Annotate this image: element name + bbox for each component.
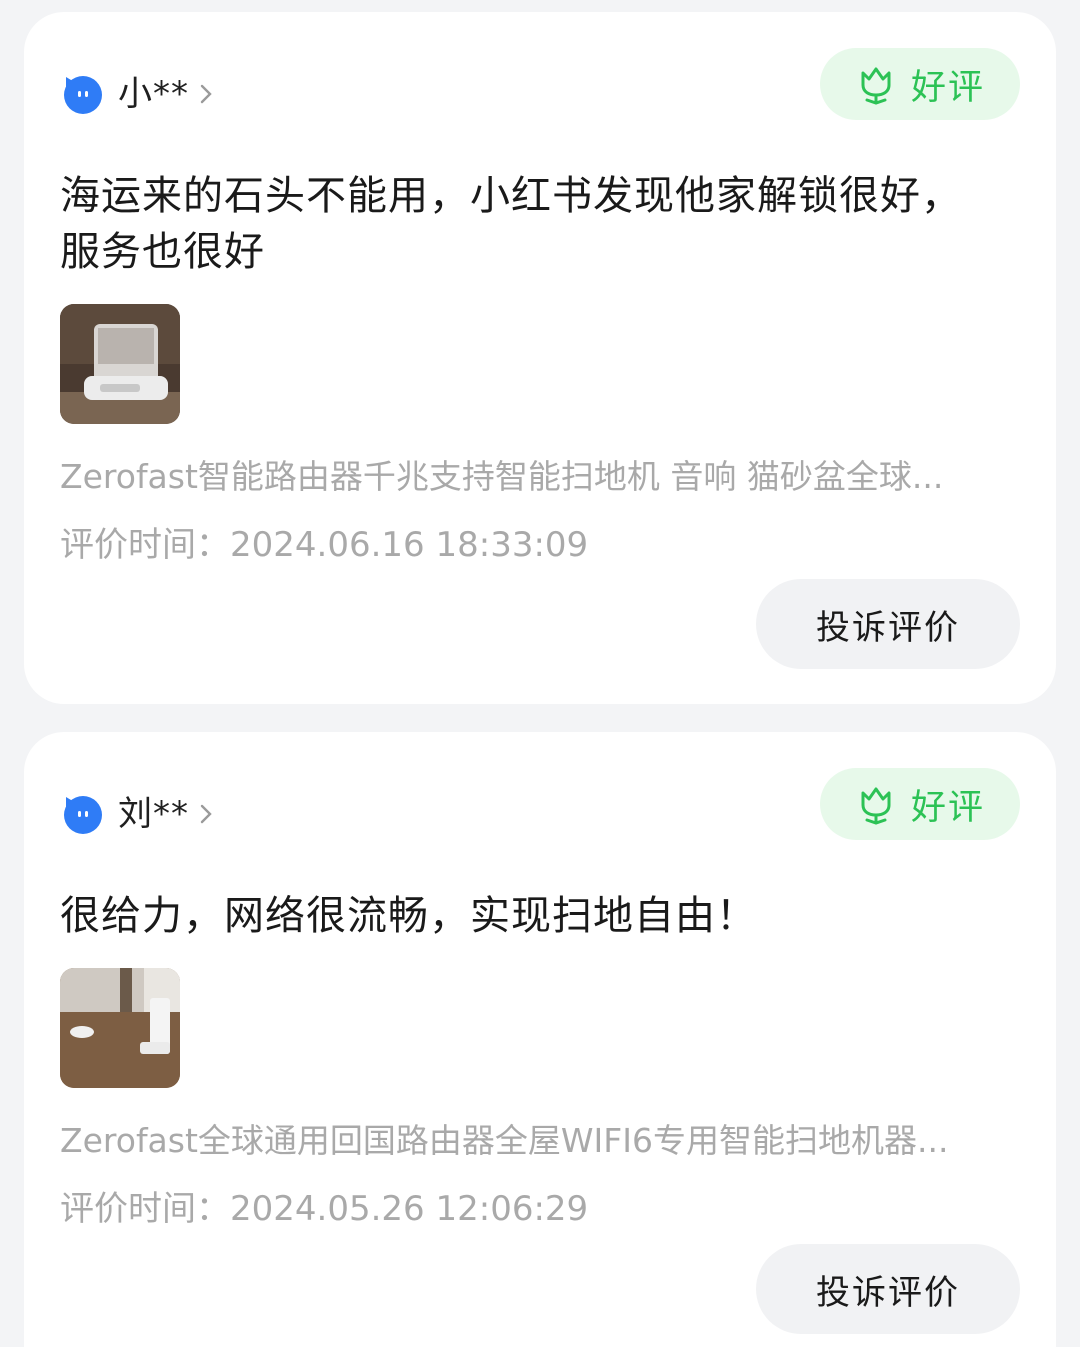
blue-cat-avatar-icon [62, 793, 104, 835]
reviewer-row[interactable]: 小** [62, 70, 219, 118]
tulip-icon [855, 783, 897, 825]
badge-label: 好评 [910, 787, 985, 828]
review-content: 很给力，网络很流畅，实现扫地自由！ [60, 893, 757, 939]
review-content: 海运来的石头不能用，小红书发现他家解锁很好，服务也很好 [60, 173, 962, 275]
review-time: 评价时间：2024.05.26 12:06:29 [60, 1189, 589, 1229]
review-feed: 小** 好评 海运来的石头不能用，小红书发现他家解锁很好，服务也很好 Zerof… [0, 0, 1080, 1347]
review-photo[interactable] [60, 968, 180, 1088]
reviewer-name: 小** [118, 74, 189, 114]
complain-review-button[interactable]: 投诉评价 [756, 1244, 1020, 1334]
badge-label: 好评 [910, 67, 985, 108]
product-title[interactable]: Zerofast全球通用回国路由器全屋WIFI6专用智能扫地机器... [60, 1118, 1000, 1164]
complain-review-button[interactable]: 投诉评价 [756, 579, 1020, 669]
review-photo[interactable] [60, 304, 180, 424]
reviewer-name: 刘** [118, 794, 189, 834]
blue-cat-avatar-icon [62, 73, 104, 115]
positive-review-badge: 好评 [820, 768, 1020, 840]
reviewer-row[interactable]: 刘** [62, 790, 219, 838]
review-card: 刘** 好评 很给力，网络很流畅，实现扫地自由！ Zerofast全球通用回国路… [24, 732, 1056, 1347]
review-time: 评价时间：2024.06.16 18:33:09 [60, 525, 589, 565]
review-card: 小** 好评 海运来的石头不能用，小红书发现他家解锁很好，服务也很好 Zerof… [24, 12, 1056, 704]
tulip-icon [855, 63, 897, 105]
product-title[interactable]: Zerofast智能路由器千兆支持智能扫地机 音响 猫砂盆全球... [60, 454, 1000, 500]
chevron-right-icon [199, 84, 219, 104]
positive-review-badge: 好评 [820, 48, 1020, 120]
chevron-right-icon [199, 804, 219, 824]
